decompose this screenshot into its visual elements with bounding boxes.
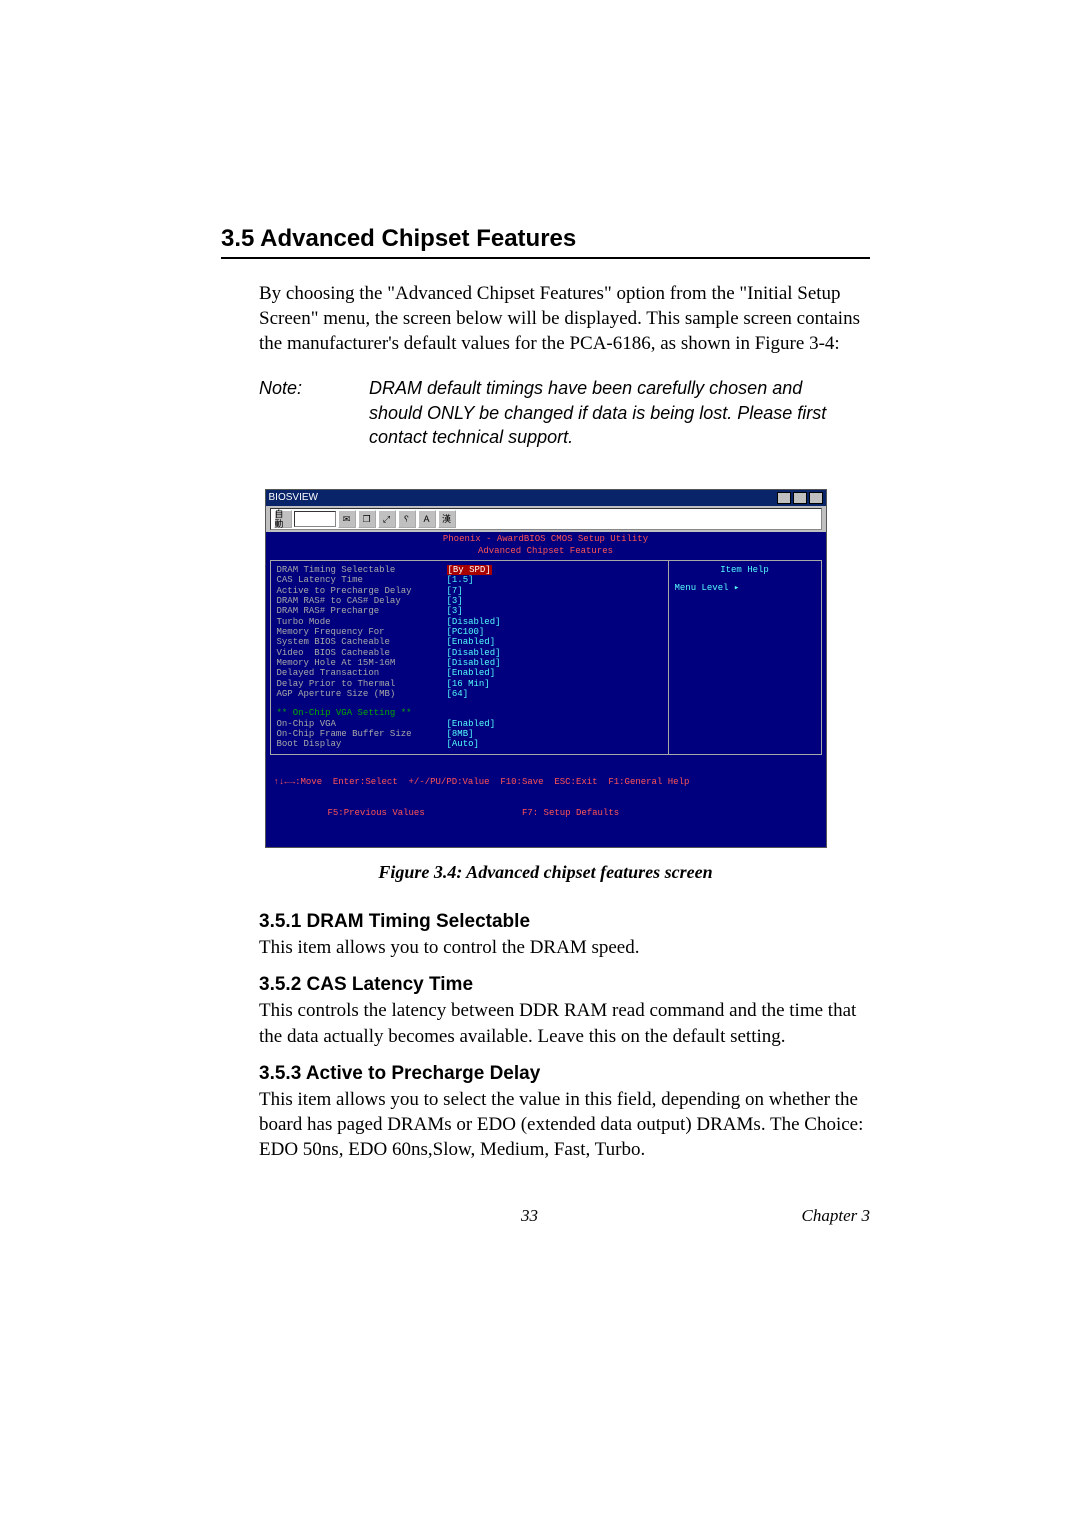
toolbar-icon: ⤢ [378, 510, 396, 528]
bios-help-item: Menu Level ▸ [675, 583, 815, 593]
bios-row-value: [Disabled] [447, 648, 501, 658]
toolbar-icon: ␦ [398, 510, 416, 528]
window-titlebar: BIOSVIEW [266, 490, 826, 506]
note-block: Note: DRAM default timings have been car… [221, 376, 870, 449]
section-heading: 3.5 Advanced Chipset Features [221, 225, 870, 253]
minimize-icon [777, 492, 791, 504]
bios-row-label: AGP Aperture Size (MB) [277, 689, 447, 699]
bios-row-value: [3] [447, 606, 463, 616]
bios-footer-line1: ↑↓←→:Move Enter:Select +/-/PU/PD:Value F… [274, 777, 818, 787]
bios-row-label: Delayed Transaction [277, 668, 447, 678]
page-footer: 33 Chapter 3 [221, 1176, 870, 1226]
bios-row-value: [64] [447, 689, 469, 699]
close-icon [809, 492, 823, 504]
bios-row-label: Turbo Mode [277, 617, 447, 627]
subsection-heading: 3.5.2 CAS Latency Time [221, 974, 870, 996]
subsection-text: This controls the latency between DDR RA… [221, 998, 870, 1048]
subsection-text: This item allows you to control the DRAM… [221, 935, 870, 960]
bios-row-value: [3] [447, 596, 463, 606]
bios-help-heading: Item Help [675, 565, 815, 575]
maximize-icon [793, 492, 807, 504]
bios-row-label: Memory Frequency For [277, 627, 447, 637]
bios-screenshot: BIOSVIEW 自動 ✉ ❐ ⤢ ␦ A 漢 Phoenix - Awar [265, 489, 827, 848]
subsection-heading: 3.5.3 Active to Precharge Delay [221, 1063, 870, 1085]
bios-row-label: Memory Hole At 15M-16M [277, 658, 447, 668]
bios-footer-line2: F5:Previous Values F7: Setup Defaults [274, 808, 818, 818]
note-label: Note: [259, 376, 369, 449]
toolbar-wrap: 自動 ✉ ❐ ⤢ ␦ A 漢 [266, 506, 826, 532]
bios-row-label: CAS Latency Time [277, 575, 447, 585]
bios-row-value: [8MB] [447, 729, 474, 739]
bios-row-label: On-Chip VGA [277, 719, 447, 729]
window-title: BIOSVIEW [269, 492, 318, 504]
bios-row-value: [Enabled] [447, 637, 496, 647]
bios-row-value: [16 Min] [447, 679, 490, 689]
bios-row-value: [Auto] [447, 739, 479, 749]
bios-row-label: DRAM RAS# to CAS# Delay [277, 596, 447, 606]
bios-row-value: [1.5] [447, 575, 474, 585]
bios-row-label: DRAM RAS# Precharge [277, 606, 447, 616]
bios-row-label: Video BIOS Cacheable [277, 648, 447, 658]
bios-row-label: Active to Precharge Delay [277, 586, 447, 596]
bios-row-label: On-Chip Frame Buffer Size [277, 729, 447, 739]
toolbar-auto-label: 自動 [274, 510, 292, 528]
bios-row-value: [7] [447, 586, 463, 596]
bios-row-value: [Enabled] [447, 719, 496, 729]
bios-row-value: [Disabled] [447, 658, 501, 668]
bios-section-header: ** On-Chip VGA Setting ** [277, 708, 412, 718]
figure-caption: Figure 3.4: Advanced chipset features sc… [221, 862, 870, 883]
heading-rule [221, 257, 870, 259]
bios-row-label: System BIOS Cacheable [277, 637, 447, 647]
note-body: DRAM default timings have been carefully… [369, 376, 870, 449]
bios-row-value: [By SPD] [447, 565, 492, 575]
bios-headline-1: Phoenix - AwardBIOS CMOS Setup Utility [266, 532, 826, 544]
intro-paragraph: By choosing the "Advanced Chipset Featur… [221, 281, 870, 356]
figure-container: BIOSVIEW 自動 ✉ ❐ ⤢ ␦ A 漢 Phoenix - Awar [221, 489, 870, 848]
page-number: 33 [521, 1206, 538, 1226]
toolbar-dropdown [294, 511, 336, 527]
bios-right-panel: Item Help Menu Level ▸ [669, 560, 822, 755]
toolbar-icon: ❐ [358, 510, 376, 528]
chapter-label: Chapter 3 [802, 1206, 870, 1226]
bios-row-label: Boot Display [277, 739, 447, 749]
bios-row-value: [Disabled] [447, 617, 501, 627]
toolbar-icon: 漢 [438, 510, 456, 528]
bios-row-value: [Enabled] [447, 668, 496, 678]
toolbar-icon: A [418, 510, 436, 528]
toolbar: 自動 ✉ ❐ ⤢ ␦ A 漢 [270, 508, 822, 530]
bios-row-label: Delay Prior to Thermal [277, 679, 447, 689]
subsection-text: This item allows you to select the value… [221, 1087, 870, 1162]
toolbar-icon: ✉ [338, 510, 356, 528]
bios-row-label: DRAM Timing Selectable [277, 565, 447, 575]
bios-footer: ↑↓←→:Move Enter:Select +/-/PU/PD:Value F… [266, 755, 826, 848]
bios-row-value: [PC100] [447, 627, 485, 637]
bios-headline-2: Advanced Chipset Features [266, 544, 826, 556]
bios-left-panel: DRAM Timing Selectable[By SPD] CAS Laten… [270, 560, 669, 755]
subsection-heading: 3.5.1 DRAM Timing Selectable [221, 911, 870, 933]
